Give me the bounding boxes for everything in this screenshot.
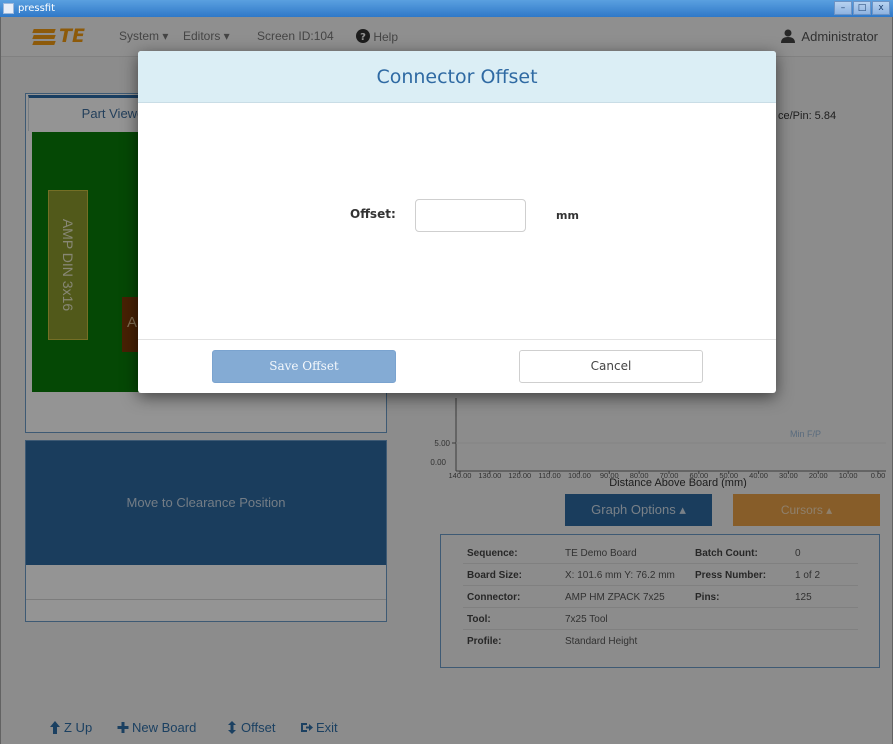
app-icon xyxy=(3,3,14,14)
window-controls: – □ x xyxy=(834,1,890,15)
connector-offset-dialog: Connector Offset Offset: mm Save Offset … xyxy=(138,51,776,393)
offset-field-label: Offset: xyxy=(350,207,396,221)
dialog-footer: Save Offset Cancel xyxy=(138,339,776,393)
save-offset-button[interactable]: Save Offset xyxy=(212,350,396,383)
unit-label: mm xyxy=(556,209,579,222)
maximize-button[interactable]: □ xyxy=(853,1,871,15)
cancel-button[interactable]: Cancel xyxy=(519,350,703,383)
dialog-title: Connector Offset xyxy=(138,51,776,103)
minimize-button[interactable]: – xyxy=(834,1,852,15)
close-button[interactable]: x xyxy=(872,1,890,15)
offset-input[interactable] xyxy=(415,199,526,232)
window-title: pressfit xyxy=(18,3,56,14)
window-titlebar: pressfit – □ x xyxy=(0,0,893,17)
